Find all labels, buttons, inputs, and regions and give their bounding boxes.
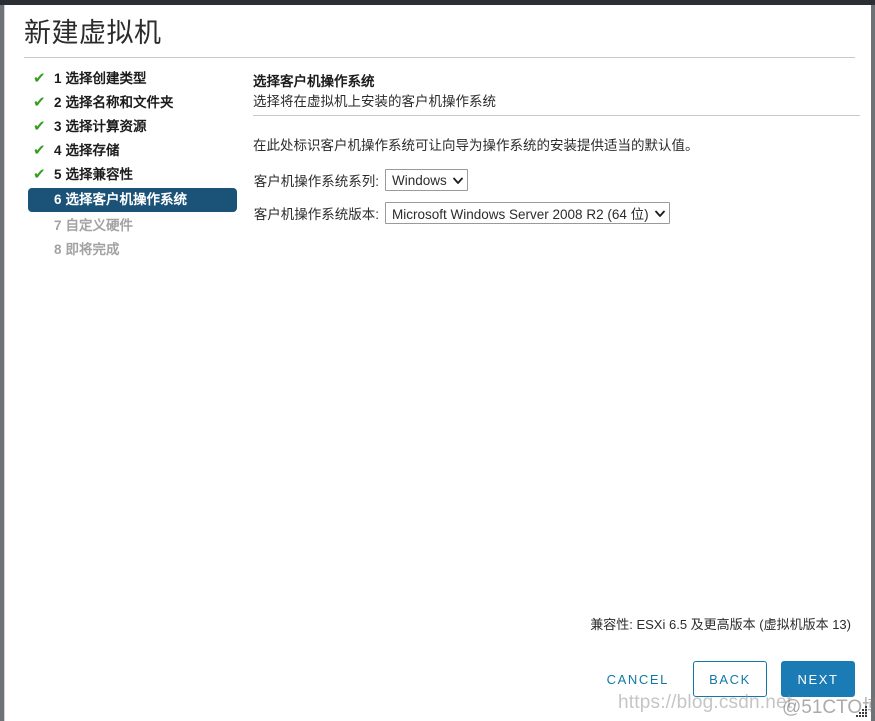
guest-os-version-row: 客户机操作系统版本: Microsoft Windows Server 2008… [253, 201, 670, 225]
guest-os-family-row: 客户机操作系统系列: Windows [253, 168, 468, 192]
window-right-border [871, 5, 875, 721]
wizard-step-label: 选择兼容性 [65, 167, 134, 182]
new-virtual-machine-dialog: 新建虚拟机 ✔ 1 选择创建类型 ✔ 2 选择名称和文件夹 ✔ 3 选择计算资源 ✔ 4 选择存储 ✔ 5… [0, 0, 875, 721]
check-icon: ✔ [33, 142, 46, 159]
guest-os-family-select[interactable]: Windows [385, 169, 468, 191]
chevron-down-icon [654, 209, 665, 218]
back-button[interactable]: BACK [693, 661, 767, 697]
step-marker [33, 188, 49, 210]
wizard-step-number: 8 [54, 242, 62, 257]
dialog-button-bar: CANCEL BACK NEXT [597, 661, 855, 697]
wizard-step-number: 4 [54, 143, 62, 158]
wizard-step-4[interactable]: ✔ 4 选择存储 [28, 140, 246, 162]
window-top-border [0, 0, 875, 5]
pane-title: 选择客户机操作系统 [253, 74, 375, 89]
guest-os-family-value: Windows [392, 172, 447, 188]
wizard-step-2[interactable]: ✔ 2 选择名称和文件夹 [28, 92, 246, 114]
wizard-step-5[interactable]: ✔ 5 选择兼容性 [28, 164, 246, 186]
wizard-step-label: 选择创建类型 [65, 71, 147, 86]
wizard-step-label: 选择客户机操作系统 [65, 192, 188, 207]
wizard-step-number: 6 [54, 192, 62, 207]
cancel-button[interactable]: CANCEL [597, 661, 679, 697]
wizard-step-3[interactable]: ✔ 3 选择计算资源 [28, 116, 246, 138]
wizard-step-number: 5 [54, 167, 62, 182]
check-icon: ✔ [33, 118, 46, 135]
wizard-step-number: 3 [54, 119, 62, 134]
wizard-step-label: 选择存储 [65, 143, 120, 158]
wizard-step-label: 即将完成 [65, 242, 120, 257]
guest-os-version-label: 客户机操作系统版本: [253, 207, 379, 222]
wizard-step-label: 选择名称和文件夹 [65, 95, 174, 110]
wizard-step-1[interactable]: ✔ 1 选择创建类型 [28, 68, 246, 90]
step-marker [33, 239, 49, 261]
wizard-step-label: 选择计算资源 [65, 119, 147, 134]
next-button[interactable]: NEXT [781, 661, 855, 697]
wizard-step-number: 7 [54, 218, 62, 233]
check-icon: ✔ [33, 166, 46, 183]
pane-divider [253, 115, 860, 116]
title-divider [24, 57, 855, 58]
wizard-step-6[interactable]: 6 选择客户机操作系统 [28, 188, 237, 212]
guest-os-family-label: 客户机操作系统系列: [253, 174, 379, 189]
check-icon: ✔ [33, 94, 46, 111]
chevron-down-icon [452, 176, 463, 185]
wizard-step-7[interactable]: 7 自定义硬件 [28, 215, 246, 237]
guest-os-version-value: Microsoft Windows Server 2008 R2 (64 位) [392, 207, 649, 222]
window-left-inner-border [4, 5, 5, 721]
wizard-step-label: 自定义硬件 [65, 218, 134, 233]
pane-description: 在此处标识客户机操作系统可让向导为操作系统的安装提供适当的默认值。 [253, 138, 699, 153]
wizard-step-number: 1 [54, 71, 62, 86]
check-icon: ✔ [33, 70, 46, 87]
step-marker [33, 215, 49, 237]
wizard-step-8[interactable]: 8 即将完成 [28, 239, 246, 261]
compatibility-text: 兼容性: ESXi 6.5 及更高版本 (虚拟机版本 13) [590, 617, 851, 632]
pane-subtitle: 选择将在虚拟机上安装的客户机操作系统 [253, 94, 496, 109]
page-title: 新建虚拟机 [24, 18, 162, 48]
resize-grip-icon[interactable] [856, 704, 868, 717]
wizard-step-number: 2 [54, 95, 62, 110]
guest-os-version-select[interactable]: Microsoft Windows Server 2008 R2 (64 位) [385, 202, 670, 224]
wizard-step-list: ✔ 1 选择创建类型 ✔ 2 选择名称和文件夹 ✔ 3 选择计算资源 ✔ 4 选择存储 ✔ 5 选择兼容性 6… [28, 68, 246, 263]
